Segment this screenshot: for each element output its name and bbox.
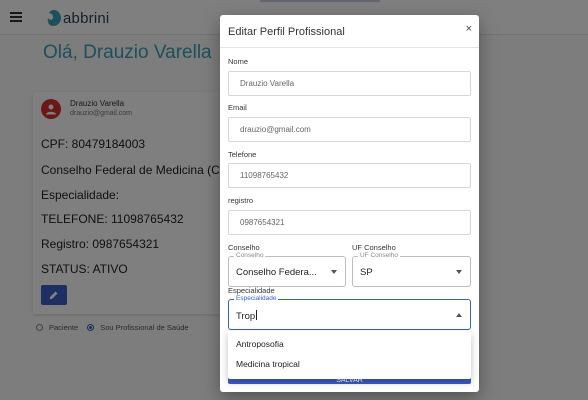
- telefone-label: Telefone: [228, 150, 257, 159]
- email-label: Email: [228, 103, 247, 112]
- edit-profile-modal: Editar Perfil Profissional × Nome Drauzi…: [220, 15, 479, 392]
- conselho-label: Conselho: [228, 243, 260, 252]
- chevron-down-icon: [456, 270, 462, 274]
- email-input[interactable]: drauzio@gmail.com: [228, 117, 471, 142]
- conselho-select[interactable]: Conselho Conselho Federa...: [228, 252, 346, 287]
- nome-input[interactable]: Drauzio Varella: [228, 71, 471, 96]
- especialidade-label: Especialidade: [228, 286, 275, 295]
- uf-conselho-select[interactable]: UF Conselho SP: [352, 252, 471, 287]
- nome-label: Nome: [228, 57, 249, 66]
- uf-conselho-select-legend: UF Conselho: [358, 252, 400, 260]
- especialidade-input-wrap: Trop: [236, 310, 258, 322]
- close-icon[interactable]: ×: [466, 24, 472, 35]
- modal-header: Editar Perfil Profissional ×: [220, 15, 479, 48]
- especialidade-legend: Especialidade: [234, 295, 279, 303]
- conselho-select-legend: Conselho: [234, 252, 266, 260]
- dropdown-option[interactable]: Antroposofia: [228, 334, 471, 354]
- registro-input[interactable]: 0987654321: [228, 210, 471, 235]
- especialidade-autocomplete[interactable]: Especialidade Trop: [228, 295, 471, 330]
- text-cursor: [256, 310, 258, 320]
- especialidade-input-text[interactable]: Trop: [236, 311, 255, 322]
- uf-conselho-select-value: SP: [360, 267, 373, 278]
- modal-title: Editar Perfil Profissional: [228, 26, 345, 38]
- dropdown-option[interactable]: Medicina tropical: [228, 354, 471, 374]
- conselho-select-value: Conselho Federa...: [236, 267, 317, 278]
- registro-label: registro: [228, 196, 254, 205]
- chevron-down-icon: [331, 270, 337, 274]
- especialidade-dropdown: Antroposofia Medicina tropical: [228, 331, 471, 379]
- telefone-input[interactable]: 11098765432: [228, 163, 471, 188]
- chevron-up-icon[interactable]: [456, 313, 462, 317]
- uf-conselho-label: UF Conselho: [352, 243, 396, 252]
